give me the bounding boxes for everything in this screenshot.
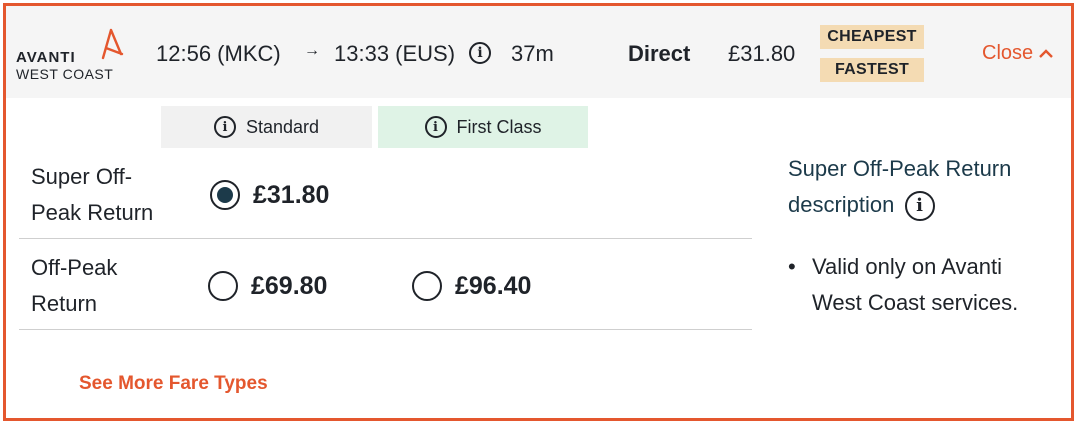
row-divider bbox=[19, 238, 752, 239]
description-info-icon[interactable]: i bbox=[904, 191, 935, 222]
price-off-peak-first: £96.40 bbox=[455, 272, 532, 300]
journey-duration: 37m bbox=[511, 41, 554, 66]
avanti-logo-mark bbox=[101, 28, 124, 60]
journey-changes: Direct bbox=[628, 41, 691, 66]
chevron-up-icon bbox=[1039, 48, 1053, 58]
first-class-info-icon[interactable]: i bbox=[424, 116, 447, 138]
fare-name-off-peak: Off-Peak Return bbox=[31, 255, 118, 316]
close-label: Close bbox=[982, 42, 1034, 64]
fare-description-title: Super Off-Peak Return description i bbox=[788, 151, 1058, 223]
row-divider bbox=[19, 329, 752, 330]
radio-off-peak-standard[interactable] bbox=[208, 271, 238, 301]
fare-description-title-text: Super Off-Peak Return description bbox=[788, 156, 1012, 217]
fastest-badge: FASTEST bbox=[820, 58, 924, 82]
bullet-icon: • bbox=[788, 254, 796, 279]
fare-description-item: Valid only on Avanti West Coast services… bbox=[812, 254, 1019, 315]
radio-super-off-peak-standard[interactable] bbox=[210, 180, 240, 210]
journey-header[interactable]: AVANTI WEST COAST 12:56 (MKC) → 13:33 (E… bbox=[6, 6, 1071, 98]
operator-name-line2: WEST COAST bbox=[16, 66, 114, 82]
tab-standard-label: Standard bbox=[245, 116, 320, 137]
radio-off-peak-first[interactable] bbox=[412, 271, 442, 301]
journey-price: £31.80 bbox=[728, 41, 796, 66]
close-button[interactable]: Close bbox=[982, 42, 1053, 65]
fare-name-super-off-peak: Super Off-Peak Return bbox=[31, 164, 154, 225]
journey-card: AVANTI WEST COAST 12:56 (MKC) → 13:33 (E… bbox=[3, 3, 1074, 421]
operator-logo: AVANTI WEST COAST bbox=[16, 28, 126, 82]
tab-first-class[interactable]: i First Class bbox=[378, 106, 588, 148]
operator-name-line1: AVANTI bbox=[16, 49, 76, 66]
journey-info-icon[interactable]: i bbox=[469, 42, 491, 64]
tab-standard-class[interactable]: i Standard bbox=[161, 106, 372, 148]
cheapest-badge: CHEAPEST bbox=[820, 25, 924, 49]
price-off-peak-standard: £69.80 bbox=[251, 272, 328, 300]
standard-info-icon[interactable]: i bbox=[213, 116, 236, 138]
see-more-fare-types-link[interactable]: See More Fare Types bbox=[79, 373, 268, 395]
depart-time: 12:56 (MKC) bbox=[156, 41, 281, 66]
arrive-time: 13:33 (EUS) bbox=[334, 41, 456, 66]
arrow-right-icon: → bbox=[304, 42, 320, 59]
price-super-off-peak-standard: £31.80 bbox=[253, 181, 330, 209]
tab-first-class-label: First Class bbox=[456, 116, 542, 137]
